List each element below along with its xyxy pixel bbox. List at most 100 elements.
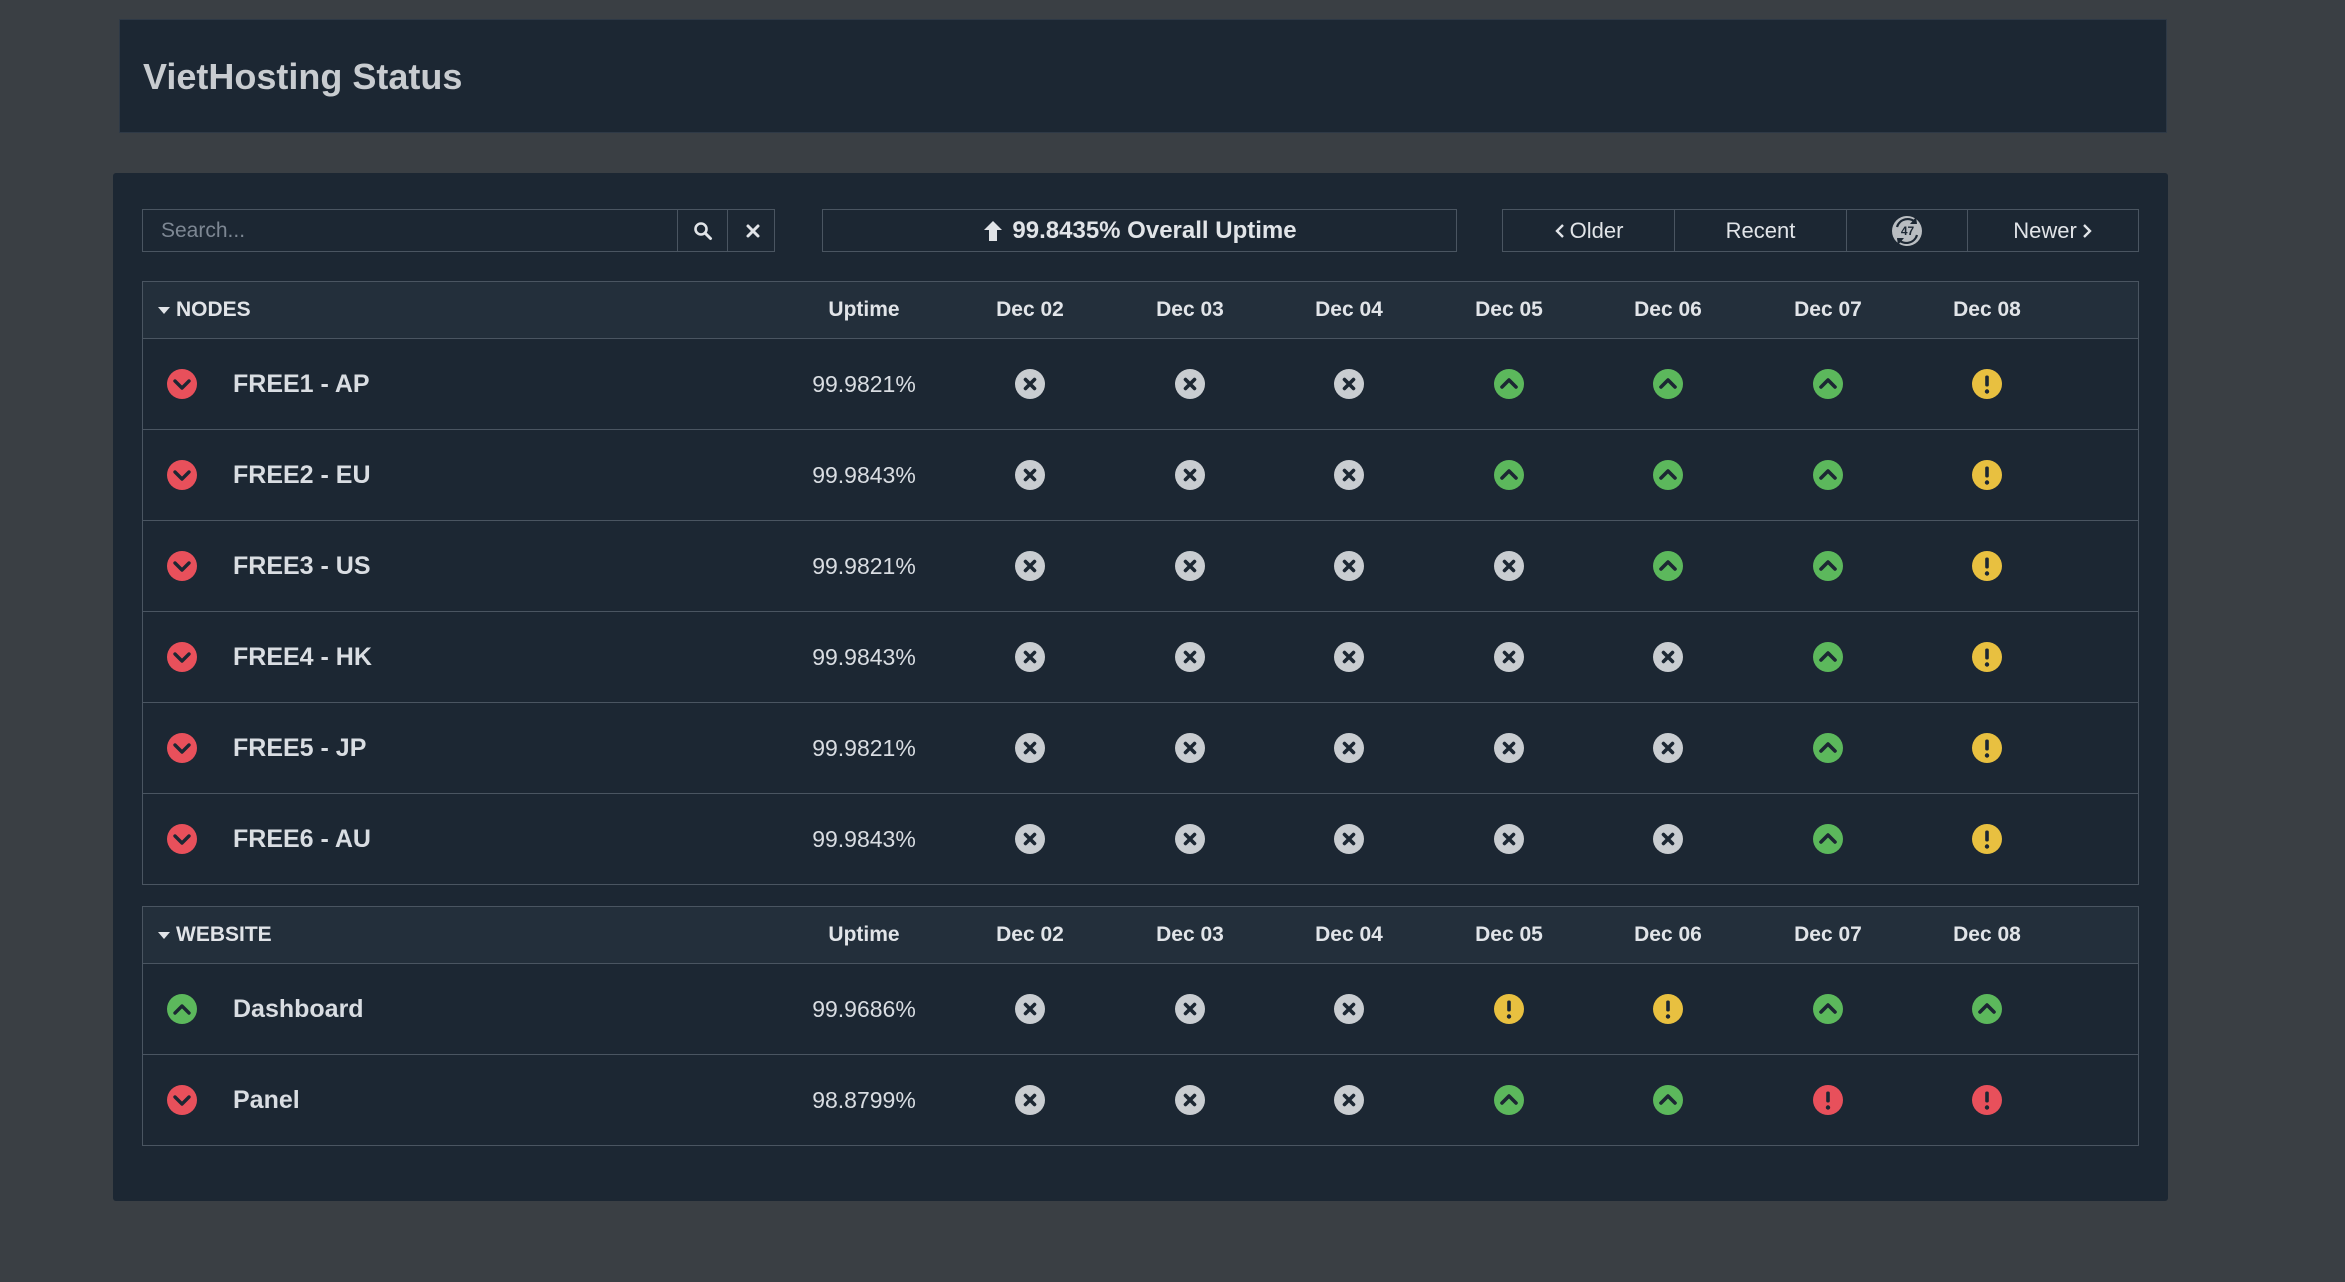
day-status-cell[interactable] bbox=[1333, 1084, 1365, 1116]
day-status-cell[interactable] bbox=[1971, 641, 2003, 673]
monitor-name[interactable]: FREE2 - EU bbox=[233, 430, 371, 520]
day-status-cell[interactable] bbox=[1971, 459, 2003, 491]
refresh-button[interactable]: 47 bbox=[1847, 210, 1968, 251]
status-up-icon bbox=[1813, 733, 1843, 763]
day-status-cell[interactable] bbox=[1812, 993, 1844, 1025]
monitor-name[interactable]: FREE5 - JP bbox=[233, 703, 366, 793]
day-status-cell[interactable] bbox=[1652, 823, 1684, 855]
monitor-name[interactable]: Panel bbox=[233, 1055, 300, 1145]
day-status-cell[interactable] bbox=[1971, 732, 2003, 764]
monitor-uptime: 99.9843% bbox=[812, 644, 916, 670]
status-no-data-icon bbox=[1015, 1085, 1045, 1115]
monitor-state bbox=[167, 1085, 197, 1115]
monitor-row[interactable]: Panel 98.8799% bbox=[143, 1055, 2138, 1145]
day-status-cell[interactable] bbox=[1652, 1084, 1684, 1116]
status-up-icon bbox=[1813, 994, 1843, 1024]
day-status-cell[interactable] bbox=[1812, 459, 1844, 491]
day-status-cell[interactable] bbox=[1652, 993, 1684, 1025]
day-status-cell[interactable] bbox=[1014, 1084, 1046, 1116]
status-up-icon bbox=[1813, 551, 1843, 581]
monitor-row[interactable]: FREE1 - AP 99.9821% bbox=[143, 339, 2138, 430]
day-status-cell[interactable] bbox=[1493, 732, 1525, 764]
day-status-cell[interactable] bbox=[1174, 459, 1206, 491]
monitor-row[interactable]: FREE4 - HK 99.9843% bbox=[143, 612, 2138, 703]
status-up-icon bbox=[1653, 369, 1683, 399]
day-status-cell[interactable] bbox=[1014, 732, 1046, 764]
day-status-cell[interactable] bbox=[1014, 550, 1046, 582]
day-status-cell[interactable] bbox=[1174, 732, 1206, 764]
day-status-cell[interactable] bbox=[1333, 459, 1365, 491]
status-warning-icon bbox=[1972, 642, 2002, 672]
day-status-cell[interactable] bbox=[1014, 641, 1046, 673]
day-status-cell[interactable] bbox=[1174, 641, 1206, 673]
monitor-name[interactable]: FREE6 - AU bbox=[233, 794, 371, 884]
day-status-cell[interactable] bbox=[1174, 993, 1206, 1025]
monitor-row[interactable]: FREE6 - AU 99.9843% bbox=[143, 794, 2138, 884]
day-status-cell[interactable] bbox=[1971, 368, 2003, 400]
day-status-cell[interactable] bbox=[1652, 641, 1684, 673]
day-status-cell[interactable] bbox=[1493, 641, 1525, 673]
day-status-cell[interactable] bbox=[1812, 368, 1844, 400]
day-status-cell[interactable] bbox=[1174, 1084, 1206, 1116]
status-no-data-icon bbox=[1494, 824, 1524, 854]
chevron-down-circle-icon bbox=[167, 460, 197, 490]
older-button[interactable]: Older bbox=[1503, 210, 1675, 251]
day-status-cell[interactable] bbox=[1014, 368, 1046, 400]
monitor-name[interactable]: FREE1 - AP bbox=[233, 339, 370, 429]
day-status-cell[interactable] bbox=[1333, 641, 1365, 673]
status-no-data-icon bbox=[1175, 460, 1205, 490]
day-status-cell[interactable] bbox=[1493, 1084, 1525, 1116]
monitor-name[interactable]: Dashboard bbox=[233, 964, 364, 1054]
day-status-cell[interactable] bbox=[1174, 550, 1206, 582]
day-status-cell[interactable] bbox=[1652, 368, 1684, 400]
monitor-uptime: 99.9821% bbox=[812, 553, 916, 579]
day-status-cell[interactable] bbox=[1493, 368, 1525, 400]
day-status-cell[interactable] bbox=[1014, 823, 1046, 855]
search-input[interactable] bbox=[143, 210, 677, 251]
day-status-cell[interactable] bbox=[1971, 1084, 2003, 1116]
day-status-cell[interactable] bbox=[1812, 641, 1844, 673]
day-status-cell[interactable] bbox=[1652, 732, 1684, 764]
newer-button[interactable]: Newer bbox=[1968, 210, 2138, 251]
day-status-cell[interactable] bbox=[1174, 823, 1206, 855]
day-status-cell[interactable] bbox=[1014, 993, 1046, 1025]
day-status-cell[interactable] bbox=[1971, 823, 2003, 855]
day-status-cell[interactable] bbox=[1333, 550, 1365, 582]
day-status-cell[interactable] bbox=[1652, 459, 1684, 491]
group-toggle[interactable]: NODES bbox=[158, 282, 251, 338]
monitor-row[interactable]: FREE3 - US 99.9821% bbox=[143, 521, 2138, 612]
day-status-cell[interactable] bbox=[1971, 550, 2003, 582]
monitor-row[interactable]: FREE2 - EU 99.9843% bbox=[143, 430, 2138, 521]
day-status-cell[interactable] bbox=[1652, 550, 1684, 582]
day-status-cell[interactable] bbox=[1174, 368, 1206, 400]
status-no-data-icon bbox=[1653, 642, 1683, 672]
day-status-cell[interactable] bbox=[1812, 823, 1844, 855]
status-no-data-icon bbox=[1175, 551, 1205, 581]
group-toggle[interactable]: WEBSITE bbox=[158, 907, 272, 963]
day-status-cell[interactable] bbox=[1971, 993, 2003, 1025]
day-status-cell[interactable] bbox=[1333, 823, 1365, 855]
monitor-name[interactable]: FREE3 - US bbox=[233, 521, 371, 611]
monitor-row[interactable]: Dashboard 99.9686% bbox=[143, 964, 2138, 1055]
monitor-state bbox=[167, 733, 197, 763]
day-status-cell[interactable] bbox=[1812, 550, 1844, 582]
monitor-row[interactable]: FREE5 - JP 99.9821% bbox=[143, 703, 2138, 794]
monitor-name[interactable]: FREE4 - HK bbox=[233, 612, 372, 702]
recent-button[interactable]: Recent bbox=[1675, 210, 1847, 251]
monitor-uptime: 99.9843% bbox=[812, 826, 916, 852]
clear-search-button[interactable] bbox=[727, 210, 778, 251]
day-status-cell[interactable] bbox=[1493, 550, 1525, 582]
day-status-cell[interactable] bbox=[1493, 823, 1525, 855]
status-no-data-icon bbox=[1175, 1085, 1205, 1115]
day-status-cell[interactable] bbox=[1014, 459, 1046, 491]
day-status-cell[interactable] bbox=[1812, 732, 1844, 764]
day-status-cell[interactable] bbox=[1493, 993, 1525, 1025]
day-status-cell[interactable] bbox=[1812, 1084, 1844, 1116]
day-status-cell[interactable] bbox=[1493, 459, 1525, 491]
day-status-cell[interactable] bbox=[1333, 368, 1365, 400]
day-status-cell[interactable] bbox=[1333, 993, 1365, 1025]
day-pager: Older Recent 47 Newer bbox=[1502, 209, 2139, 252]
day-status-cell[interactable] bbox=[1333, 732, 1365, 764]
status-no-data-icon bbox=[1334, 733, 1364, 763]
search-button[interactable] bbox=[677, 210, 728, 251]
